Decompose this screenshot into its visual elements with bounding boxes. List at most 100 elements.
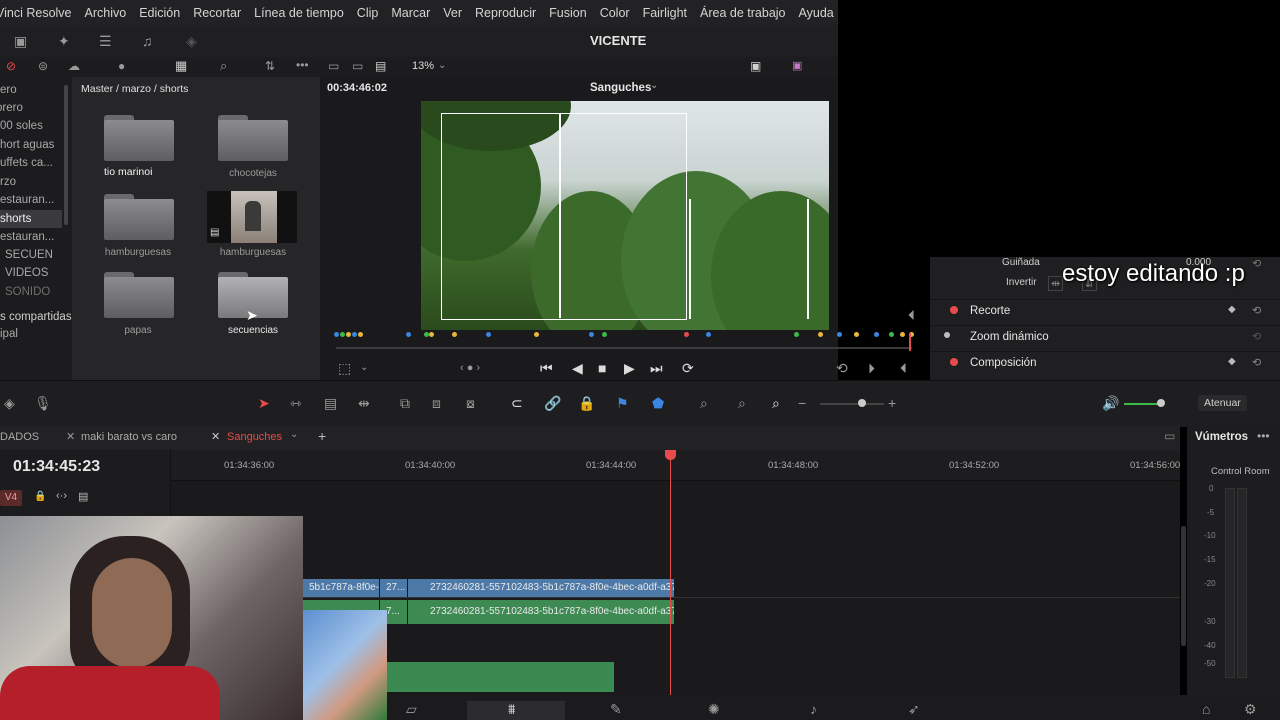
atenuar-button[interactable]: Atenuar [1198, 395, 1247, 411]
more-icon[interactable]: ••• [296, 57, 309, 73]
go-to-end-icon[interactable]: ⏭ [650, 360, 663, 376]
linked-selection-icon[interactable]: 🔗 [544, 395, 561, 411]
timeline-marker[interactable] [340, 332, 345, 337]
menu-app[interactable]: Vinci Resolve [0, 6, 72, 20]
play-icon[interactable]: ▶ [624, 360, 635, 376]
viewer-mode-icon[interactable]: ▭ [328, 58, 339, 74]
zoom-detail-icon[interactable]: ⌕ [738, 395, 746, 411]
rename-field[interactable] [104, 165, 172, 179]
playhead-handle[interactable] [665, 450, 676, 460]
zoom-full-icon[interactable]: ⌕ [700, 395, 708, 411]
timeline-marker[interactable] [837, 332, 842, 337]
cloud-icon[interactable]: ☁ [68, 58, 80, 74]
folder-icon[interactable] [104, 115, 174, 161]
menu-color[interactable]: Color [600, 6, 630, 20]
timeline-timecode[interactable]: 01:34:45:23 [13, 458, 100, 476]
timeline-marker[interactable] [589, 332, 594, 337]
folder-icon[interactable] [104, 272, 174, 318]
trim-tool-icon[interactable]: ⇿ [290, 395, 302, 411]
tab-maki-barato-vs-caro[interactable]: maki barato vs caro [81, 431, 177, 443]
video-clip[interactable]: 27... [380, 579, 407, 597]
reset-icon[interactable]: ⟲ [1252, 304, 1261, 317]
fusion-page-icon[interactable]: ✎ [610, 701, 622, 717]
timeline-marker[interactable] [486, 332, 491, 337]
timeline-marker[interactable] [334, 332, 339, 337]
marker-icon[interactable]: ⬟ [652, 395, 664, 411]
timeline-marker[interactable] [889, 332, 894, 337]
viewer-scrubber[interactable] [336, 347, 912, 349]
microphone-icon[interactable]: 🎙 [34, 395, 52, 411]
section-zoom-dinamico[interactable]: Zoom dinámico ⟲ [930, 325, 1280, 352]
bin-item[interactable]: ipal [0, 328, 18, 340]
menu-edicion[interactable]: Edición [139, 6, 180, 20]
fx-badge-icon[interactable]: ▣ [792, 58, 802, 74]
section-toggle-dot[interactable] [950, 358, 958, 366]
keyframe-icon[interactable]: ◆ [1228, 304, 1236, 315]
loop-icon[interactable]: ⟳ [682, 360, 694, 376]
effects-icon[interactable]: ✦ [58, 33, 70, 49]
safe-area-icon[interactable]: ▣ [750, 58, 761, 74]
transform-icon[interactable]: ◈ [186, 33, 197, 49]
stop-icon[interactable]: ■ [598, 360, 606, 376]
edit-page-tab[interactable] [467, 701, 565, 720]
timeline-marker[interactable] [352, 332, 357, 337]
zoom-out-icon[interactable]: − [798, 395, 806, 411]
viewer-frame[interactable] [421, 101, 829, 330]
viewer-layout-icon[interactable]: ▭ [352, 58, 363, 74]
timeline-scrollbar[interactable] [1181, 526, 1186, 646]
sort-icon[interactable]: ⇅ [265, 58, 275, 74]
track-enable-icon[interactable]: ▤ [78, 490, 88, 503]
snapping-icon[interactable]: ⊂ [511, 395, 523, 411]
sidebar-scrollbar[interactable] [64, 85, 68, 225]
zoom-custom-icon[interactable]: ⌕ [772, 395, 780, 411]
zoom-slider[interactable] [820, 403, 884, 405]
play-reverse-icon[interactable]: ◀ [572, 360, 583, 376]
auto-select-icon[interactable]: ‹·› [56, 490, 67, 502]
smart-bins-header[interactable]: s compartidas [0, 311, 72, 323]
speaker-icon[interactable]: 🔊 [1102, 395, 1119, 411]
timeline-marker[interactable] [452, 332, 457, 337]
timeline-marker[interactable] [406, 332, 411, 337]
folder-icon[interactable] [104, 194, 174, 240]
timeline-marker[interactable] [346, 332, 351, 337]
video-clip[interactable]: 2732460281-557102483-5b1c787a-8f0e-4bec-… [408, 579, 674, 597]
scrubber-playhead[interactable] [909, 333, 911, 351]
timeline-playhead[interactable] [670, 450, 671, 695]
position-lock-icon[interactable]: 🔒 [578, 395, 595, 411]
menu-ayuda[interactable]: Ayuda [799, 6, 834, 20]
jog-icon[interactable]: ‹ ● › [460, 360, 480, 376]
menu-area-de-trabajo[interactable]: Área de trabajo [700, 6, 785, 20]
chevron-down-icon[interactable]: ⌄ [650, 80, 658, 91]
menu-fairlight[interactable]: Fairlight [643, 6, 687, 20]
add-timeline-icon[interactable]: + [318, 428, 326, 444]
timeline-marker[interactable] [534, 332, 539, 337]
tab-sanguches[interactable]: Sanguches [227, 431, 282, 443]
menu-fusion[interactable]: Fusion [549, 6, 587, 20]
flag-icon[interactable]: ⚑ [616, 395, 629, 411]
bin-item[interactable]: orero [0, 102, 23, 114]
chevron-down-icon[interactable]: ⌄ [438, 58, 446, 74]
color-page-icon[interactable]: ✺ [708, 701, 720, 717]
bin-item[interactable]: rzo [0, 176, 16, 188]
prev-edit-icon[interactable]: ⏴ [908, 307, 915, 323]
menu-linea-de-tiempo[interactable]: Línea de tiempo [254, 6, 344, 20]
link-icon[interactable]: ⊘ [6, 58, 16, 74]
timeline-marker[interactable] [854, 332, 859, 337]
viewer-grid-icon[interactable]: ▤ [375, 58, 386, 74]
viewer-timeline-name[interactable]: Sanguches [590, 82, 651, 94]
bin-item[interactable]: hort aguas [0, 139, 54, 151]
audio-waveform-clip[interactable] [386, 662, 614, 692]
lock-icon[interactable]: 🔒 [34, 491, 46, 502]
section-toggle-dot[interactable] [950, 306, 958, 314]
folder-icon[interactable] [218, 115, 288, 161]
menu-reproducir[interactable]: Reproducir [475, 6, 536, 20]
zoom-in-icon[interactable]: + [888, 395, 896, 411]
keyframe-icon[interactable]: ◆ [1228, 356, 1236, 367]
go-to-start-icon[interactable]: ⏮ [540, 360, 553, 376]
fairlight-page-icon[interactable]: ♪ [810, 701, 817, 717]
track-label-v4[interactable]: V4 [0, 490, 22, 506]
zoom-level[interactable]: 13% [412, 60, 434, 72]
prev-edit-icon[interactable]: ⏴ [900, 360, 907, 376]
edit-page-icon[interactable]: ⩩ [508, 701, 515, 717]
tab-dados[interactable]: DADOS [0, 431, 39, 443]
